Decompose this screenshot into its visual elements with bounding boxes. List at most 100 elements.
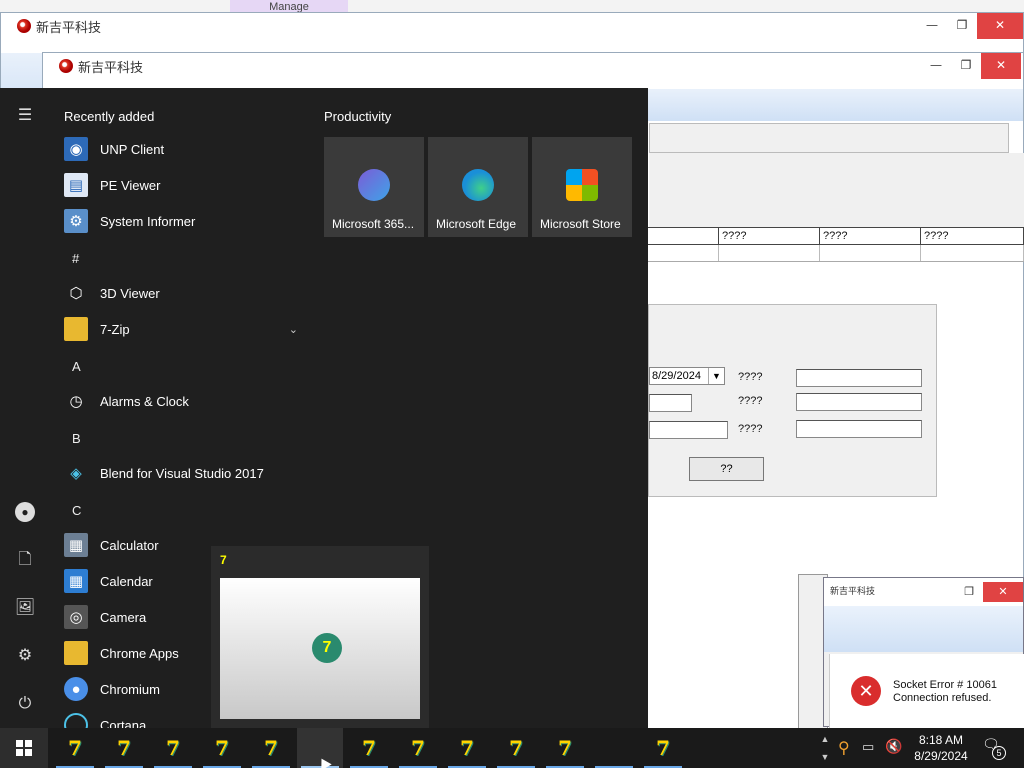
app-item-7-zip[interactable]: 7-Zip ⌄ <box>60 311 310 347</box>
text-field[interactable] <box>796 420 922 438</box>
taskbar-app[interactable]: 7 <box>150 728 196 768</box>
text-field[interactable] <box>649 421 728 439</box>
pe-viewer-icon: ▤ <box>64 173 88 197</box>
app-label: UNP Client <box>100 141 165 157</box>
app-item-alarms-clock[interactable]: ◷ Alarms & Clock <box>60 383 310 419</box>
text-field[interactable] <box>796 393 922 411</box>
taskbar-app[interactable]: 7 <box>248 728 294 768</box>
restore-button[interactable]: ❐ <box>947 13 977 39</box>
field-label: ???? <box>738 395 763 407</box>
close-button[interactable]: ✕ <box>977 13 1023 39</box>
tile-label: Microsoft Edge <box>436 217 517 231</box>
letter-header[interactable]: B <box>72 431 81 446</box>
restore-button[interactable]: ❐ <box>955 582 983 602</box>
microsoft-365-icon <box>358 169 390 201</box>
letter-header[interactable]: # <box>72 251 79 266</box>
cube-icon: ⬡ <box>69 285 83 302</box>
app-label: System Informer <box>100 213 196 229</box>
app-label: 7-Zip <box>100 321 130 337</box>
taskbar-app[interactable]: 7 <box>346 728 392 768</box>
user-account-icon[interactable]: ● <box>13 500 37 524</box>
chromium-icon: ● <box>64 677 88 701</box>
search-icon[interactable]: ⚲ <box>838 738 850 758</box>
taskbar-app[interactable]: 7 <box>542 728 588 768</box>
taskbar-scroll[interactable]: ▲ ▼ <box>818 730 832 766</box>
network-icon[interactable]: ▭ <box>862 739 874 755</box>
restore-button[interactable]: ❐ <box>951 53 981 79</box>
taskbar-app[interactable]: 7 <box>640 728 686 768</box>
app-item-blend[interactable]: ◈ Blend for Visual Studio 2017 <box>60 455 310 491</box>
notification-count-badge: 5 <box>992 746 1006 760</box>
close-button[interactable]: ✕ <box>983 582 1023 602</box>
taskbar-app[interactable]: 7 <box>199 728 245 768</box>
query-button[interactable]: ?? <box>689 457 764 481</box>
window-preview[interactable]: 7 <box>220 578 420 719</box>
field-label: ???? <box>738 371 763 383</box>
power-icon[interactable]: ⏻ <box>13 692 37 716</box>
clock-date: 8/29/2024 <box>914 749 968 763</box>
toolbar-area <box>649 153 1024 227</box>
app-label: Chromium <box>100 681 160 697</box>
tile-microsoft-365[interactable]: Microsoft 365... <box>324 137 424 237</box>
system-clock[interactable]: 8:18 AM 8/29/2024 <box>906 732 976 764</box>
minimize-button[interactable]: — <box>917 13 947 39</box>
taskbar-app[interactable]: 7 <box>101 728 147 768</box>
app-glyph-icon: 7 <box>312 633 342 663</box>
tile-microsoft-edge[interactable]: Microsoft Edge <box>428 137 528 237</box>
app-item-pe-viewer[interactable]: ▤ PE Viewer <box>60 167 310 203</box>
folder-icon <box>64 317 88 341</box>
taskbar-app[interactable] <box>591 728 637 768</box>
text-field[interactable] <box>649 394 692 412</box>
windows-logo-icon <box>16 740 32 756</box>
clock-time: 8:18 AM <box>918 733 964 747</box>
window-titlebar[interactable]: 新吉平科技 — ❐ ✕ <box>1 13 1023 39</box>
app-label: Calendar <box>100 573 153 589</box>
inner-window-titlebar[interactable]: 新吉平科技 — ❐ ✕ <box>43 53 1023 79</box>
start-menu: ☰ ● 🗋 🖼 ⚙ ⏻ Recently added ◉ UNP Client … <box>0 88 648 728</box>
notification-center-icon[interactable]: 🗨 5 <box>982 736 1006 760</box>
error-window-titlebar[interactable]: 新吉平科技 ❐ ✕ <box>824 578 1023 606</box>
grid-header-cell[interactable]: ???? <box>820 228 921 244</box>
volume-muted-icon[interactable]: 🔇 <box>885 738 902 755</box>
date-picker[interactable]: 8/29/2024 ▼ <box>649 367 725 385</box>
app-item-unp-client[interactable]: ◉ UNP Client <box>60 131 310 167</box>
grid-header-cell[interactable]: ???? <box>719 228 820 244</box>
taskbar-app[interactable]: 7 <box>395 728 441 768</box>
productivity-header: Productivity <box>324 109 392 124</box>
chevron-down-icon[interactable]: ▼ <box>708 368 724 384</box>
app-item-3d-viewer[interactable]: ⬡ 3D Viewer <box>60 275 310 311</box>
store-icon <box>566 169 598 201</box>
hamburger-menu-icon[interactable]: ☰ <box>13 104 37 128</box>
error-icon: ✕ <box>851 676 881 706</box>
blend-icon: ◈ <box>70 465 82 482</box>
pictures-icon[interactable]: 🖼 <box>13 596 37 620</box>
folder-icon <box>64 641 88 665</box>
chevron-down-icon[interactable]: ⌄ <box>289 323 298 336</box>
taskbar: 7 7 7 7 7 7 7 7 7 7 7 ▲ ▼ ⚲ ▭ 🔇 8:18 AM 8… <box>0 728 1024 768</box>
text-field[interactable] <box>796 369 922 387</box>
close-button[interactable]: ✕ <box>981 53 1021 79</box>
taskbar-thumbnail-preview[interactable]: 7 7 <box>211 546 429 728</box>
documents-icon[interactable]: 🗋 <box>13 548 37 572</box>
letter-header[interactable]: A <box>72 359 81 374</box>
taskbar-app[interactable]: 7 <box>444 728 490 768</box>
camera-icon: ◎ <box>64 605 88 629</box>
start-button[interactable] <box>0 728 48 768</box>
taskbar-app[interactable]: 7 <box>493 728 539 768</box>
error-window: 新吉平科技 ❐ ✕ ✕ Socket Error # 10061 Connect… <box>823 577 1024 728</box>
system-informer-icon: ⚙ <box>64 209 88 233</box>
grid-header-cell[interactable]: ???? <box>921 228 1024 244</box>
error-message-line1: Socket Error # 10061 <box>893 679 997 691</box>
minimize-button[interactable]: — <box>921 53 951 79</box>
taskbar-app[interactable]: 7 <box>52 728 98 768</box>
settings-gear-icon[interactable]: ⚙ <box>13 644 37 668</box>
app-label: PE Viewer <box>100 177 161 193</box>
tile-microsoft-store[interactable]: Microsoft Store <box>532 137 632 237</box>
app-item-system-informer[interactable]: ⚙ System Informer <box>60 203 310 239</box>
app-logo-icon <box>59 59 73 73</box>
table-row[interactable] <box>648 245 1024 262</box>
data-grid[interactable]: ???? ???? ???? <box>648 227 1024 262</box>
app-label: Camera <box>100 609 147 625</box>
app-logo-icon <box>17 19 31 33</box>
letter-header[interactable]: C <box>72 503 81 518</box>
